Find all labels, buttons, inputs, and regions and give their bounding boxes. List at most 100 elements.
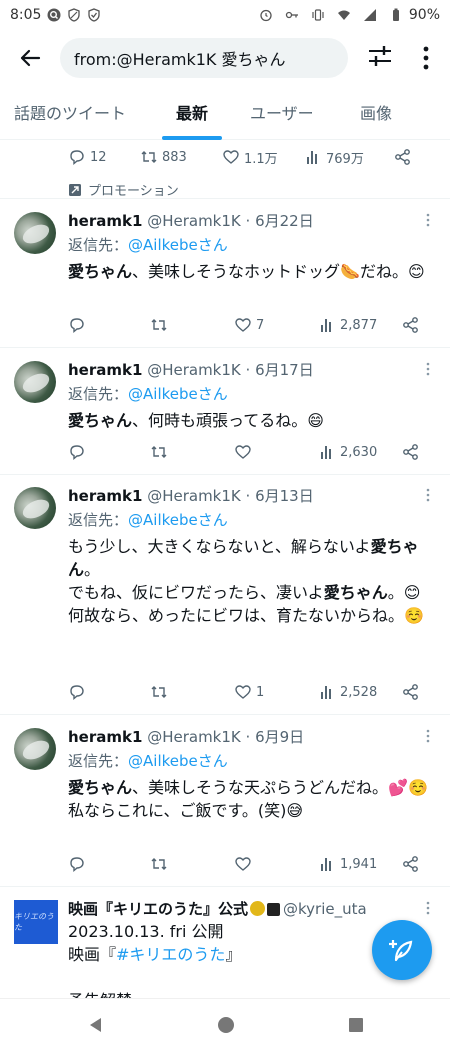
battery-icon bbox=[392, 8, 399, 21]
tab-top[interactable]: 話題のツイート bbox=[14, 92, 126, 140]
timestamp[interactable]: · 6月22日 bbox=[246, 212, 314, 230]
reply-to-link[interactable]: @Ailkebeさん bbox=[128, 752, 228, 770]
handle[interactable]: @Heramk1K bbox=[147, 728, 241, 746]
reply-button[interactable] bbox=[68, 443, 150, 461]
retweet-button[interactable] bbox=[150, 683, 234, 701]
tweet-actions: 1,941 bbox=[68, 853, 430, 875]
tweet-line: 私ならこれに、ご飯です。(笑)😅 bbox=[68, 801, 304, 820]
compose-tweet-button[interactable] bbox=[372, 920, 432, 980]
tweet-text: 愛ちゃん、美味しそうなホットドッグ🌭だね。😊 bbox=[68, 260, 433, 283]
tab-latest[interactable]: 最新 bbox=[176, 92, 208, 140]
nav-recents-icon[interactable] bbox=[346, 1015, 366, 1035]
more-icon[interactable] bbox=[424, 361, 432, 377]
promoted-text: プロモーション bbox=[88, 184, 179, 199]
search-input[interactable]: from:@Heramk1K 愛ちゃん bbox=[60, 38, 348, 78]
tweet-header: heramk1 @Heramk1K · 6月9日 bbox=[68, 726, 304, 747]
reply-button[interactable]: 12 bbox=[68, 148, 140, 166]
more-icon[interactable] bbox=[424, 487, 432, 503]
reply-icon bbox=[70, 685, 84, 700]
retweet-button[interactable] bbox=[150, 443, 234, 461]
text-segment: 映画『 bbox=[68, 945, 117, 964]
share-button[interactable] bbox=[394, 148, 412, 166]
reply-to-link[interactable]: @Ailkebeさん bbox=[128, 385, 228, 403]
tweet-header: heramk1 @Heramk1K · 6月13日 bbox=[68, 485, 314, 506]
tweet-text: もう少し、大きくならないと、解らないよ愛ちゃん。 でもね、仮にビワだったら、凄い… bbox=[68, 535, 433, 627]
timestamp[interactable]: · 6月13日 bbox=[246, 487, 314, 505]
reply-icon bbox=[70, 445, 84, 460]
nav-home-icon[interactable] bbox=[216, 1015, 236, 1035]
tweet-text-rest: 、美味しそうな天ぷらうどんだね。💕☺️ bbox=[132, 778, 428, 797]
retweet-icon bbox=[151, 319, 167, 331]
share-icon bbox=[403, 684, 418, 700]
timestamp[interactable]: · 6月9日 bbox=[246, 728, 305, 746]
views-button[interactable]: 2,877 bbox=[318, 316, 402, 334]
reply-button[interactable] bbox=[68, 316, 150, 334]
views-button[interactable]: 1,941 bbox=[318, 855, 402, 873]
like-button[interactable] bbox=[234, 443, 318, 461]
tab-users[interactable]: ユーザー bbox=[250, 92, 314, 140]
like-button[interactable]: 1.1万 bbox=[222, 148, 304, 167]
more-icon[interactable] bbox=[424, 900, 432, 916]
like-button[interactable]: 1 bbox=[234, 683, 318, 701]
text-segment: でもね、仮にビワだったら、凄いよ bbox=[68, 583, 324, 602]
timestamp[interactable]: · 6月17日 bbox=[246, 361, 314, 379]
display-name[interactable]: heramk1 bbox=[68, 728, 142, 746]
filter-sliders-icon[interactable] bbox=[366, 42, 394, 70]
like-count: 1.1万 bbox=[244, 151, 278, 167]
retweet-button[interactable] bbox=[150, 855, 234, 873]
tab-images[interactable]: 画像 bbox=[360, 92, 392, 140]
avatar[interactable] bbox=[14, 361, 56, 403]
display-name[interactable]: heramk1 bbox=[68, 212, 142, 230]
back-button[interactable] bbox=[10, 38, 50, 78]
bar-chart-icon bbox=[307, 151, 317, 164]
reply-button[interactable] bbox=[68, 855, 150, 873]
arrow-left-icon bbox=[20, 49, 41, 67]
share-button[interactable] bbox=[402, 316, 420, 334]
like-count: 7 bbox=[256, 317, 265, 333]
nav-back-icon[interactable] bbox=[86, 1015, 106, 1035]
highlight-term: 愛ちゃん bbox=[323, 583, 388, 602]
retweet-button[interactable] bbox=[150, 316, 234, 334]
handle[interactable]: @Heramk1K bbox=[147, 487, 241, 505]
views-button[interactable]: 769万 bbox=[304, 148, 394, 167]
more-vertical-icon[interactable] bbox=[414, 42, 438, 74]
share-button[interactable] bbox=[402, 855, 420, 873]
reply-to-link[interactable]: @Ailkebeさん bbox=[128, 236, 228, 254]
display-name[interactable]: heramk1 bbox=[68, 487, 142, 505]
tweet-line: 何故なら、めったにビワは、育たないからね。☺️ bbox=[68, 606, 424, 625]
handle[interactable]: @Heramk1K bbox=[147, 212, 241, 230]
avatar[interactable] bbox=[14, 212, 56, 254]
reply-to-link[interactable]: @Ailkebeさん bbox=[128, 511, 228, 529]
share-button[interactable] bbox=[402, 443, 420, 461]
display-name[interactable]: heramk1 bbox=[68, 361, 142, 379]
like-button[interactable] bbox=[234, 855, 318, 873]
hashtag-link[interactable]: #キリエのうた bbox=[116, 945, 225, 964]
reply-context: 返信先：@Ailkebeさん bbox=[68, 234, 228, 255]
reply-prefix: 返信先： bbox=[68, 236, 129, 254]
retweet-icon bbox=[151, 686, 167, 698]
tweet-line: でもね、仮にビワだったら、凄いよ愛ちゃん。😊 bbox=[68, 581, 433, 604]
more-icon[interactable] bbox=[424, 212, 432, 228]
views-button[interactable]: 2,630 bbox=[318, 443, 402, 461]
tweet-line: 愛ちゃん、美味しそうな天ぷらうどんだね。💕☺️ bbox=[68, 776, 433, 799]
tweet-actions: 1 2,528 bbox=[68, 681, 430, 703]
like-button[interactable]: 7 bbox=[234, 316, 318, 334]
tweet-text: 愛ちゃん、美味しそうな天ぷらうどんだね。💕☺️ 私ならこれに、ご飯です。(笑)😅 bbox=[68, 776, 433, 822]
avatar[interactable] bbox=[14, 487, 56, 529]
tweet-text-rest: 、美味しそうなホットドッグ🌭だね。😊 bbox=[132, 262, 425, 281]
search-header: from:@Heramk1K 愛ちゃん bbox=[0, 36, 450, 80]
handle[interactable]: @Heramk1K bbox=[147, 361, 241, 379]
divider bbox=[0, 714, 450, 715]
heart-icon bbox=[235, 857, 251, 871]
more-icon[interactable] bbox=[424, 728, 432, 744]
handle[interactable]: @kyrie_uta bbox=[283, 900, 367, 918]
reply-button[interactable] bbox=[68, 683, 150, 701]
retweet-button[interactable]: 883 bbox=[140, 148, 222, 166]
views-button[interactable]: 2,528 bbox=[318, 683, 402, 701]
divider bbox=[0, 886, 450, 887]
film-logo[interactable]: キリエのうた bbox=[14, 900, 58, 944]
avatar[interactable] bbox=[14, 728, 56, 770]
bar-chart-icon bbox=[321, 319, 331, 332]
display-name[interactable]: 映画『キリエのうた』公式 bbox=[68, 900, 248, 918]
share-button[interactable] bbox=[402, 683, 420, 701]
